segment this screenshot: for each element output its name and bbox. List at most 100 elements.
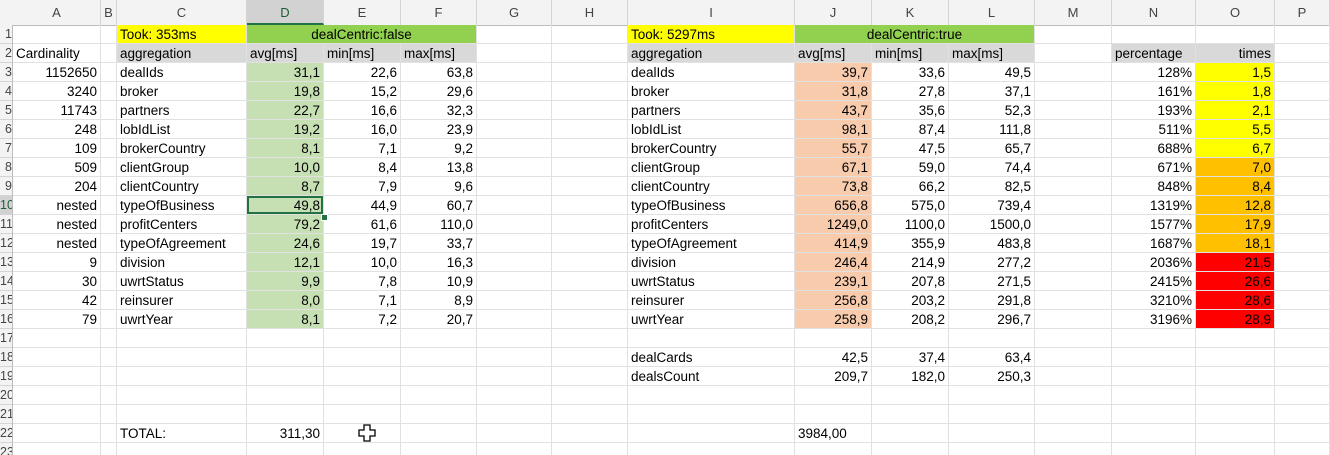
column-header-m[interactable]: M bbox=[1035, 0, 1112, 25]
aggregation-left-cell[interactable]: uwrtStatus bbox=[117, 272, 246, 290]
percentage-cell[interactable]: 161% bbox=[1112, 82, 1195, 100]
column-header-a[interactable]: A bbox=[13, 0, 101, 25]
percentage-cell[interactable]: 1319% bbox=[1112, 196, 1195, 214]
header-min-left[interactable]: min[ms] bbox=[324, 44, 400, 62]
avg-right-cell[interactable]: 246,4 bbox=[795, 253, 871, 271]
min-left-cell[interactable]: 44,9 bbox=[324, 196, 400, 214]
column-header-n[interactable]: N bbox=[1112, 0, 1196, 25]
aggregation-right-cell[interactable]: partners bbox=[628, 101, 794, 119]
min-left-cell[interactable]: 7,1 bbox=[324, 139, 400, 157]
avg-right-cell[interactable]: 239,1 bbox=[795, 272, 871, 290]
max-left-cell[interactable]: 60,7 bbox=[401, 196, 476, 214]
header-cardinality[interactable]: Cardinality bbox=[13, 44, 100, 62]
column-header-g[interactable]: G bbox=[477, 0, 552, 25]
avg-right-cell[interactable]: 31,8 bbox=[795, 82, 871, 100]
row-header-9[interactable]: 9 bbox=[0, 177, 12, 196]
row-header-2[interactable]: 2 bbox=[0, 44, 12, 63]
column-header-h[interactable]: H bbox=[552, 0, 628, 25]
max-extra-cell[interactable]: 63,4 bbox=[949, 348, 1034, 366]
header-max-left[interactable]: max[ms] bbox=[401, 44, 476, 62]
times-cell[interactable]: 8,4 bbox=[1196, 177, 1274, 195]
avg-left-cell[interactable]: 8,0 bbox=[247, 291, 323, 309]
row-header-5[interactable]: 5 bbox=[0, 101, 12, 120]
aggregation-right-cell[interactable]: brokerCountry bbox=[628, 139, 794, 157]
percentage-cell[interactable]: 3210% bbox=[1112, 291, 1195, 309]
row-header-8[interactable]: 8 bbox=[0, 158, 12, 177]
min-left-cell[interactable]: 10,0 bbox=[324, 253, 400, 271]
row-header-19[interactable]: 19 bbox=[0, 367, 12, 386]
avg-left-cell[interactable]: 79,2 bbox=[247, 215, 323, 233]
total-right-value[interactable]: 3984,00 bbox=[795, 424, 871, 442]
aggregation-left-cell[interactable]: clientGroup bbox=[117, 158, 246, 176]
row-header-20[interactable]: 20 bbox=[0, 386, 12, 405]
max-right-cell[interactable]: 82,5 bbox=[949, 177, 1034, 195]
avg-right-cell[interactable]: 55,7 bbox=[795, 139, 871, 157]
aggregation-right-cell[interactable]: reinsurer bbox=[628, 291, 794, 309]
aggregation-extra-cell[interactable]: dealsCount bbox=[628, 367, 794, 385]
column-header-f[interactable]: F bbox=[401, 0, 477, 25]
times-cell[interactable]: 28,6 bbox=[1196, 291, 1274, 309]
percentage-cell[interactable]: 848% bbox=[1112, 177, 1195, 195]
times-cell[interactable]: 21,5 bbox=[1196, 253, 1274, 271]
min-right-cell[interactable]: 1100,0 bbox=[872, 215, 948, 233]
total-label[interactable]: TOTAL: bbox=[117, 424, 246, 442]
max-left-cell[interactable]: 33,7 bbox=[401, 234, 476, 252]
cardinality-cell[interactable]: 11743 bbox=[13, 101, 100, 119]
max-left-cell[interactable]: 10,9 bbox=[401, 272, 476, 290]
max-right-cell[interactable]: 271,5 bbox=[949, 272, 1034, 290]
times-cell[interactable]: 26,6 bbox=[1196, 272, 1274, 290]
percentage-cell[interactable]: 511% bbox=[1112, 120, 1195, 138]
avg-right-cell[interactable]: 67,1 bbox=[795, 158, 871, 176]
cardinality-cell[interactable]: nested bbox=[13, 234, 100, 252]
row-header-23[interactable]: 23 bbox=[0, 443, 12, 455]
min-left-cell[interactable]: 61,6 bbox=[324, 215, 400, 233]
aggregation-left-cell[interactable]: brokerCountry bbox=[117, 139, 246, 157]
max-left-cell[interactable]: 16,3 bbox=[401, 253, 476, 271]
total-left-value[interactable]: 311,30 bbox=[247, 424, 323, 442]
header-aggregation-left[interactable]: aggregation bbox=[117, 44, 246, 62]
avg-right-cell[interactable]: 256,8 bbox=[795, 291, 871, 309]
row-header-7[interactable]: 7 bbox=[0, 139, 12, 158]
row-header-1[interactable]: 1 bbox=[0, 25, 12, 44]
min-right-cell[interactable]: 355,9 bbox=[872, 234, 948, 252]
percentage-cell[interactable]: 1687% bbox=[1112, 234, 1195, 252]
min-left-cell[interactable]: 7,9 bbox=[324, 177, 400, 195]
times-cell[interactable]: 18,1 bbox=[1196, 234, 1274, 252]
min-right-cell[interactable]: 47,5 bbox=[872, 139, 948, 157]
cardinality-cell[interactable]: 248 bbox=[13, 120, 100, 138]
min-right-cell[interactable]: 87,4 bbox=[872, 120, 948, 138]
avg-right-cell[interactable]: 656,8 bbox=[795, 196, 871, 214]
row-header-14[interactable]: 14 bbox=[0, 272, 12, 291]
avg-right-cell[interactable]: 258,9 bbox=[795, 310, 871, 328]
aggregation-left-cell[interactable]: division bbox=[117, 253, 246, 271]
column-header-c[interactable]: C bbox=[117, 0, 247, 25]
min-right-cell[interactable]: 575,0 bbox=[872, 196, 948, 214]
times-cell[interactable]: 28,9 bbox=[1196, 310, 1274, 328]
percentage-cell[interactable]: 193% bbox=[1112, 101, 1195, 119]
min-left-cell[interactable]: 7,1 bbox=[324, 291, 400, 309]
column-header-l[interactable]: L bbox=[949, 0, 1035, 25]
avg-left-cell[interactable]: 31,1 bbox=[247, 63, 323, 81]
max-left-cell[interactable]: 23,9 bbox=[401, 120, 476, 138]
aggregation-left-cell[interactable]: reinsurer bbox=[117, 291, 246, 309]
avg-left-cell[interactable]: 22,7 bbox=[247, 101, 323, 119]
percentage-cell[interactable]: 688% bbox=[1112, 139, 1195, 157]
max-right-cell[interactable]: 52,3 bbox=[949, 101, 1034, 119]
aggregation-left-cell[interactable]: partners bbox=[117, 101, 246, 119]
avg-right-cell[interactable]: 39,7 bbox=[795, 63, 871, 81]
fill-handle[interactable] bbox=[321, 214, 328, 221]
header-aggregation-right[interactable]: aggregation bbox=[628, 44, 794, 62]
times-cell[interactable]: 6,7 bbox=[1196, 139, 1274, 157]
avg-left-cell[interactable]: 8,1 bbox=[247, 139, 323, 157]
header-max-right[interactable]: max[ms] bbox=[949, 44, 1034, 62]
times-cell[interactable]: 12,8 bbox=[1196, 196, 1274, 214]
min-right-cell[interactable]: 33,6 bbox=[872, 63, 948, 81]
max-right-cell[interactable]: 111,8 bbox=[949, 120, 1034, 138]
cardinality-cell[interactable]: nested bbox=[13, 196, 100, 214]
percentage-cell[interactable]: 2036% bbox=[1112, 253, 1195, 271]
max-right-cell[interactable]: 296,7 bbox=[949, 310, 1034, 328]
max-left-cell[interactable]: 110,0 bbox=[401, 215, 476, 233]
column-header-d[interactable]: D bbox=[247, 0, 324, 25]
avg-left-cell[interactable]: 10,0 bbox=[247, 158, 323, 176]
max-left-cell[interactable]: 8,9 bbox=[401, 291, 476, 309]
